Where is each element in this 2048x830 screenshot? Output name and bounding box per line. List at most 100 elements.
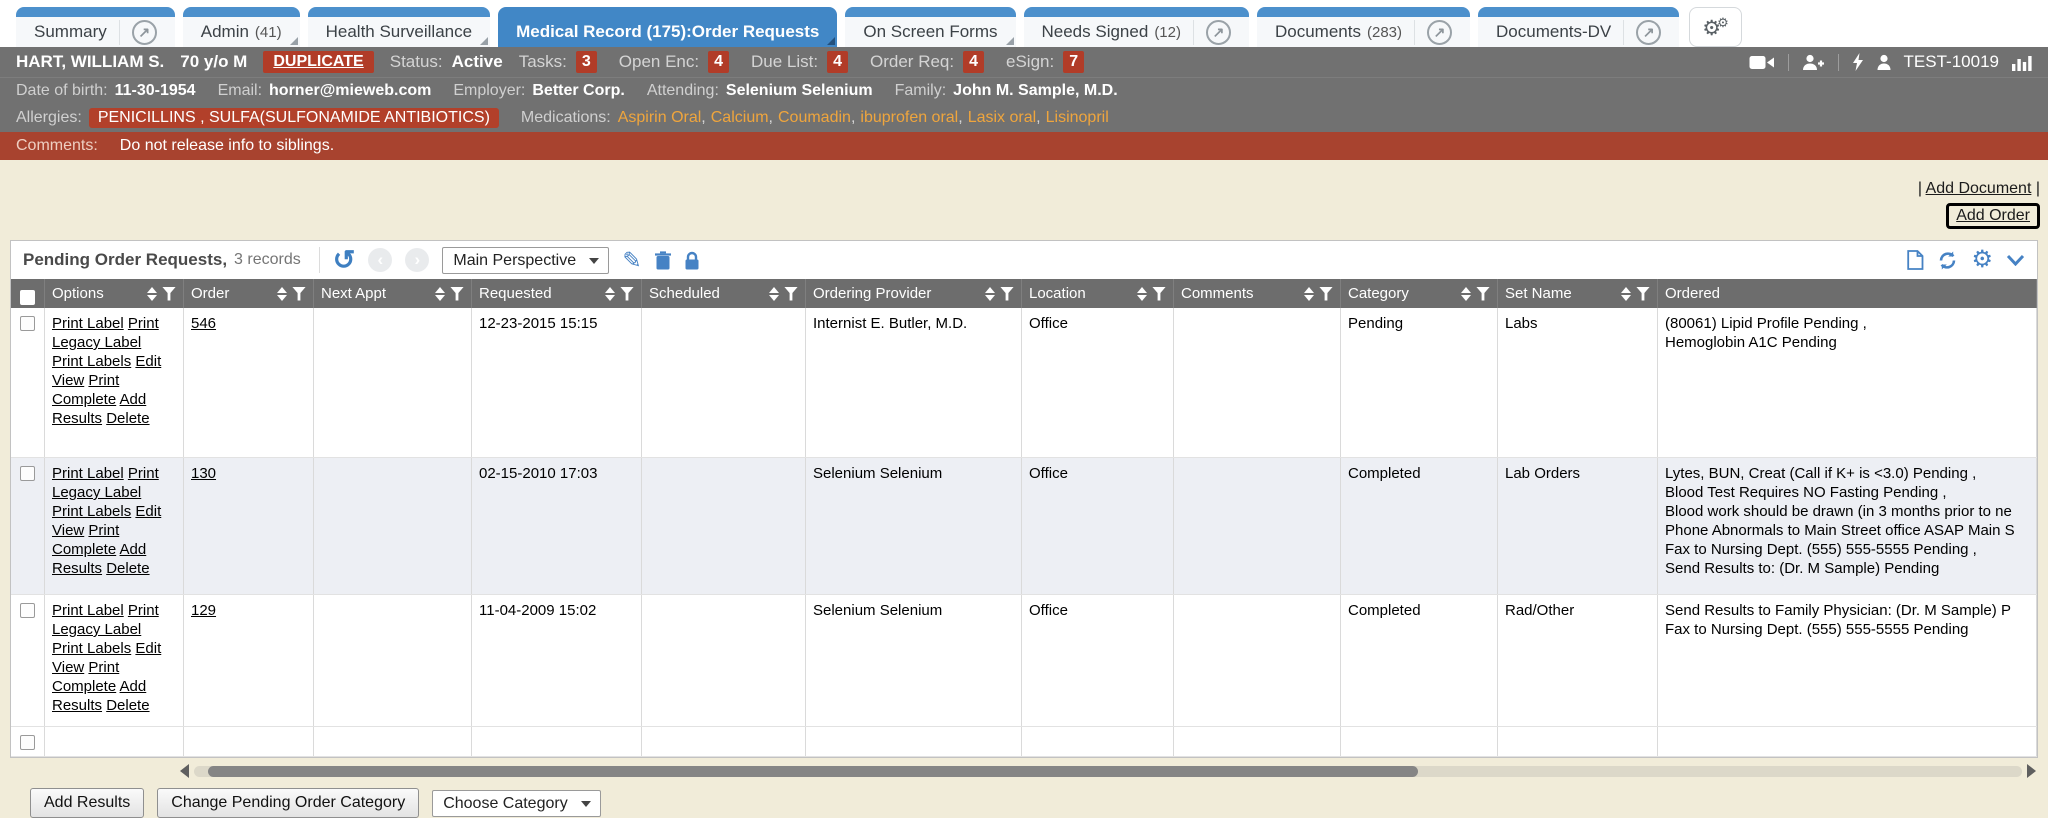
filter-icon[interactable] [162, 287, 176, 301]
tab-summary[interactable]: Summary↗ [16, 7, 175, 47]
tab-documents[interactable]: Documents(283)↗ [1257, 7, 1470, 47]
new-document-icon[interactable] [1907, 250, 1924, 270]
tab-medical-record-175-order-requests[interactable]: Medical Record (175):Order Requests [498, 7, 837, 47]
filter-icon[interactable] [1636, 287, 1650, 301]
header-checkbox-cell[interactable] [11, 279, 45, 308]
medication-link[interactable]: Coumadin [778, 109, 851, 127]
sort-icon[interactable] [769, 287, 779, 301]
duplicate-badge[interactable]: DUPLICATE [263, 51, 373, 73]
column-header-location[interactable]: Location [1022, 279, 1174, 308]
add-document-link[interactable]: Add Document [1926, 180, 2032, 197]
option-link-delete[interactable]: Delete [106, 560, 149, 577]
column-header-next-appt[interactable]: Next Appt [314, 279, 472, 308]
row-checkbox[interactable] [20, 735, 35, 750]
allergies-badge[interactable]: PENICILLINS , SULFA(SULFONAMIDE ANTIBIOT… [89, 108, 499, 128]
sort-icon[interactable] [277, 287, 287, 301]
medication-link[interactable]: Calcium [711, 109, 769, 127]
sort-icon[interactable] [605, 287, 615, 301]
option-link-delete[interactable]: Delete [106, 697, 149, 714]
counter-badge[interactable]: 4 [708, 51, 729, 73]
medication-link[interactable]: Lisinopril [1046, 109, 1109, 127]
row-checkbox[interactable] [20, 603, 35, 618]
chart-icon[interactable] [2012, 54, 2032, 71]
medication-link[interactable]: ibuprofen oral [860, 109, 958, 127]
column-header-options[interactable]: Options [45, 279, 184, 308]
scroll-left-arrow[interactable] [180, 764, 189, 778]
column-header-ordered[interactable]: Ordered [1658, 279, 2037, 308]
user-icon[interactable] [1877, 54, 1891, 71]
column-header-ordering-provider[interactable]: Ordering Provider [806, 279, 1022, 308]
option-link-print-label[interactable]: Print Label [52, 465, 124, 482]
refresh-icon[interactable] [1937, 251, 1958, 270]
popout-icon[interactable]: ↗ [1427, 20, 1452, 45]
option-link-view[interactable]: View [52, 659, 84, 676]
lock-perspective-icon[interactable] [684, 251, 700, 270]
select-all-checkbox[interactable] [20, 290, 35, 305]
column-header-requested[interactable]: Requested [472, 279, 642, 308]
grid-settings-icon[interactable]: ⚙ [1971, 249, 1993, 271]
counter-badge[interactable]: 3 [576, 51, 597, 73]
sort-icon[interactable] [985, 287, 995, 301]
option-link-print-label[interactable]: Print Label [52, 315, 124, 332]
tab-needs-signed[interactable]: Needs Signed(12)↗ [1024, 7, 1250, 47]
filter-icon[interactable] [620, 287, 634, 301]
counter-badge[interactable]: 7 [1063, 51, 1084, 73]
medication-link[interactable]: Aspirin Oral [618, 109, 702, 127]
filter-icon[interactable] [450, 287, 464, 301]
scrollbar-thumb[interactable] [208, 766, 1418, 777]
next-perspective-button[interactable]: › [405, 248, 429, 272]
delete-perspective-icon[interactable] [655, 251, 671, 270]
add-person-icon[interactable] [1802, 54, 1825, 71]
tab-documents-dv[interactable]: Documents-DV↗ [1478, 7, 1679, 47]
option-link-view[interactable]: View [52, 372, 84, 389]
filter-icon[interactable] [292, 287, 306, 301]
option-link-edit[interactable]: Edit [135, 640, 161, 657]
choose-category-select[interactable]: Choose Category [432, 790, 601, 817]
option-link-print-labels[interactable]: Print Labels [52, 640, 131, 657]
sort-icon[interactable] [435, 287, 445, 301]
column-header-scheduled[interactable]: Scheduled [642, 279, 806, 308]
filter-icon[interactable] [1152, 287, 1166, 301]
tab-settings-button[interactable]: ⚙⚙ [1689, 7, 1741, 47]
option-link-edit[interactable]: Edit [135, 503, 161, 520]
video-call-icon[interactable] [1749, 54, 1775, 71]
collapse-chevron-icon[interactable] [2006, 254, 2025, 266]
order-number-link[interactable]: 130 [191, 465, 216, 482]
filter-icon[interactable] [1319, 287, 1333, 301]
order-number-link[interactable]: 546 [191, 315, 216, 332]
row-checkbox[interactable] [20, 466, 35, 481]
option-link-print-labels[interactable]: Print Labels [52, 353, 131, 370]
prev-perspective-button[interactable]: ‹ [368, 248, 392, 272]
sort-icon[interactable] [147, 287, 157, 301]
edit-perspective-icon[interactable]: ✎ [622, 249, 641, 271]
option-link-view[interactable]: View [52, 522, 84, 539]
add-results-button[interactable]: Add Results [30, 788, 144, 818]
sort-icon[interactable] [1304, 287, 1314, 301]
popout-icon[interactable]: ↗ [132, 20, 157, 45]
tab-health-surveillance[interactable]: Health Surveillance [308, 7, 490, 47]
column-header-order[interactable]: Order [184, 279, 314, 308]
sort-icon[interactable] [1621, 287, 1631, 301]
popout-icon[interactable]: ↗ [1206, 20, 1231, 45]
column-header-comments[interactable]: Comments [1174, 279, 1341, 308]
flash-icon[interactable] [1852, 53, 1864, 71]
option-link-print-labels[interactable]: Print Labels [52, 503, 131, 520]
column-header-category[interactable]: Category [1341, 279, 1498, 308]
filter-icon[interactable] [784, 287, 798, 301]
popout-icon[interactable]: ↗ [1636, 20, 1661, 45]
counter-badge[interactable]: 4 [827, 51, 848, 73]
row-checkbox[interactable] [20, 316, 35, 331]
sort-icon[interactable] [1137, 287, 1147, 301]
undo-icon[interactable]: ↺ [333, 249, 356, 271]
filter-icon[interactable] [1000, 287, 1014, 301]
filter-icon[interactable] [1476, 287, 1490, 301]
option-link-delete[interactable]: Delete [106, 410, 149, 427]
medication-link[interactable]: Lasix oral [968, 109, 1036, 127]
column-header-set-name[interactable]: Set Name [1498, 279, 1658, 308]
perspective-select[interactable]: Main Perspective [442, 247, 609, 274]
scroll-right-arrow[interactable] [2027, 764, 2036, 778]
tab-admin[interactable]: Admin(41) [183, 7, 300, 47]
scrollbar-track[interactable] [194, 766, 2022, 777]
change-category-button[interactable]: Change Pending Order Category [157, 788, 419, 818]
order-number-link[interactable]: 129 [191, 602, 216, 619]
